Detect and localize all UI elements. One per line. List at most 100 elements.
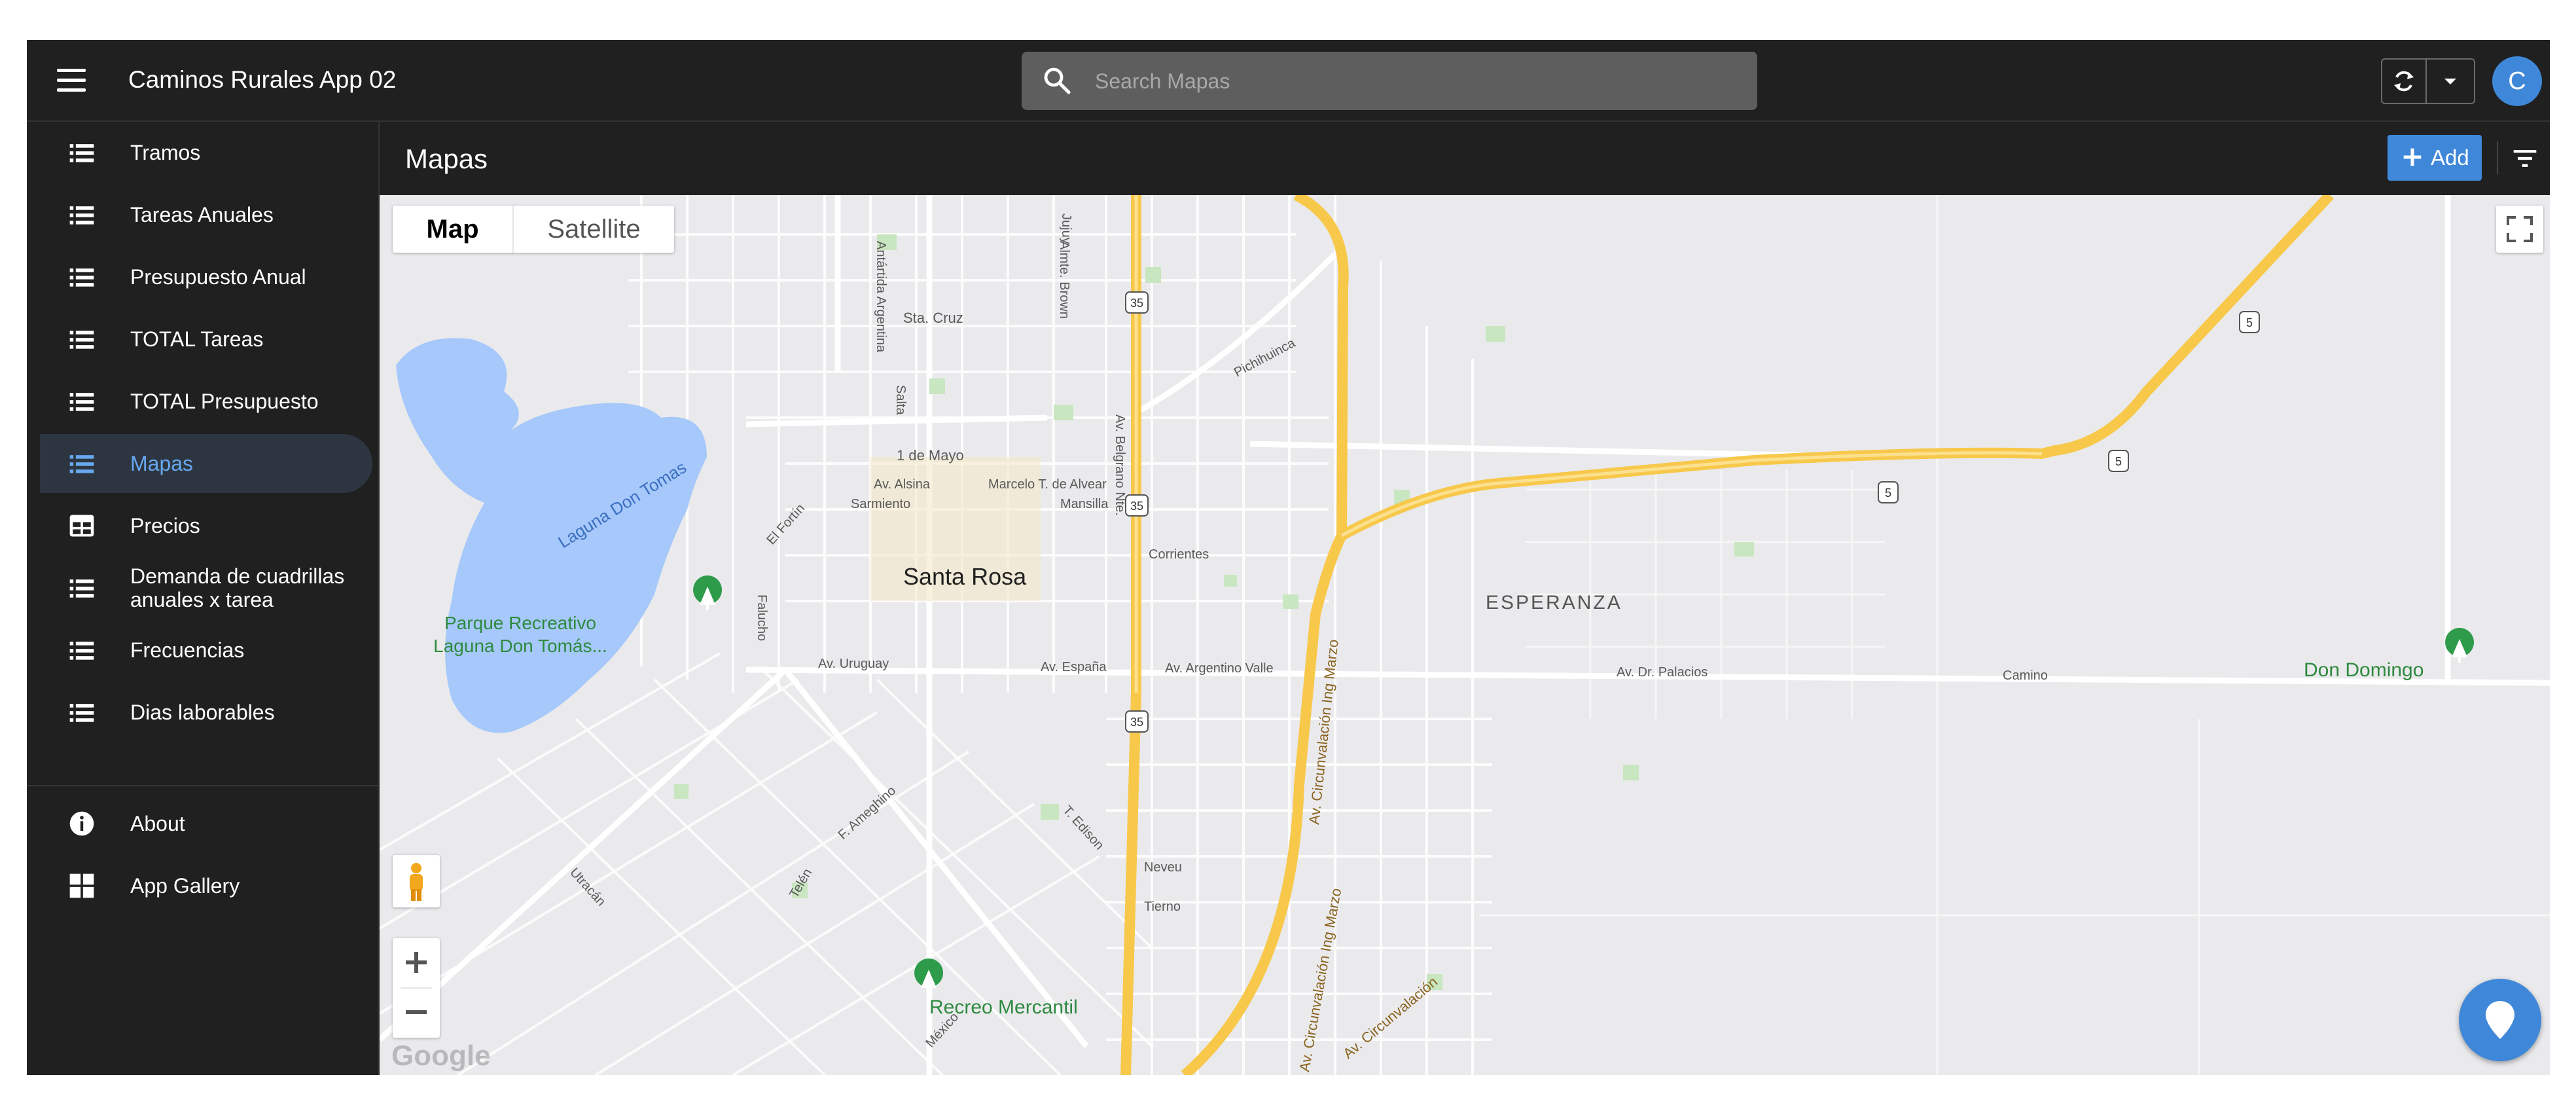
park-label-don-domingo: Don Domingo xyxy=(2304,659,2424,681)
street-label: Mansilla xyxy=(1060,497,1109,511)
info-icon xyxy=(69,811,94,836)
street-label: Corrientes xyxy=(1149,547,1209,562)
sidebar-item-mapas[interactable]: Mapas xyxy=(40,434,372,493)
main-content: Mapas Add 35 35 35 5 5 5 Santa Rosa ESPE… xyxy=(380,122,2550,1075)
street-label: Almte. Brown xyxy=(1057,241,1071,319)
sync-icon xyxy=(2394,71,2414,92)
search-icon xyxy=(1044,67,1071,94)
sidebar-item-about[interactable]: About xyxy=(40,794,372,853)
hamburger-menu-icon[interactable] xyxy=(53,64,90,98)
street-label: Jujuy xyxy=(1059,213,1073,244)
header-divider xyxy=(2497,141,2498,174)
street-label: Sta. Cruz xyxy=(903,310,963,326)
street-view-pegman[interactable] xyxy=(393,855,440,907)
sidebar-item-app-gallery[interactable]: App Gallery xyxy=(40,856,372,915)
sidebar-item-label: Tareas Anuales xyxy=(130,203,274,227)
route-shield-5: 5 xyxy=(1885,486,1891,500)
map-view[interactable]: 35 35 35 5 5 5 Santa Rosa ESPERANZA Recr… xyxy=(380,195,2550,1075)
sidebar-item-label: Tramos xyxy=(130,141,201,164)
sidebar-item-total-presupuesto[interactable]: TOTAL Presupuesto xyxy=(40,372,372,431)
top-app-bar: Caminos Rurales App 02 Search Mapas C xyxy=(27,40,2550,122)
table-icon xyxy=(69,515,94,537)
sidebar-divider xyxy=(27,785,378,786)
add-button-label: Add xyxy=(2431,145,2469,170)
street-label: Antártida Argentina xyxy=(874,241,888,353)
street-label: Av. Uruguay xyxy=(818,657,889,671)
search-input[interactable] xyxy=(1094,52,1738,111)
street-label: Av. Alsina xyxy=(874,477,931,492)
list-icon xyxy=(69,331,94,349)
map-canvas[interactable]: 35 35 35 5 5 5 Santa Rosa ESPERANZA Recr… xyxy=(380,195,2550,1075)
street-label: Av. Dr. Palacios xyxy=(1617,665,1708,680)
plus-icon xyxy=(2403,148,2422,166)
street-label: Sarmiento xyxy=(851,497,910,511)
list-icon xyxy=(69,704,94,722)
street-label: Av. Belgrano Nte. xyxy=(1113,414,1127,516)
list-icon xyxy=(69,268,94,287)
plus-icon xyxy=(406,952,427,973)
street-label: 1 de Mayo xyxy=(897,447,964,464)
sidebar-item-frecuencias[interactable]: Frecuencias xyxy=(40,621,372,680)
sidebar-item-dias-laborables[interactable]: Dias laborables xyxy=(40,683,372,742)
sidebar-item-tareas-anuales[interactable]: Tareas Anuales xyxy=(40,185,372,244)
page-title: Mapas xyxy=(405,143,488,174)
street-label: Salta xyxy=(893,385,908,415)
route-shield-35: 35 xyxy=(1130,297,1143,310)
list-icon xyxy=(69,206,94,225)
sidebar-item-total-tareas[interactable]: TOTAL Tareas xyxy=(40,310,372,369)
sidebar-item-label: Dias laborables xyxy=(130,701,275,724)
map-type-map-button[interactable]: Map xyxy=(393,206,512,253)
sync-button-group xyxy=(2381,58,2475,104)
street-label: Camino xyxy=(2003,668,2048,683)
route-shield-5: 5 xyxy=(2115,455,2122,468)
sidebar-nav: Tramos Tareas Anuales Presupuesto Anual … xyxy=(27,122,380,1075)
route-shield-5: 5 xyxy=(2246,316,2253,329)
sidebar-item-label: About xyxy=(130,812,185,835)
street-label: Neveu xyxy=(1144,860,1182,875)
view-header: Mapas Add xyxy=(380,122,2550,195)
sidebar-item-precios[interactable]: Precios xyxy=(40,496,372,555)
sidebar-item-label: Demanda de cuadrillas anuales x tarea xyxy=(130,564,345,611)
sidebar-item-label: Frecuencias xyxy=(130,638,245,662)
user-avatar[interactable]: C xyxy=(2492,56,2542,106)
map-type-control: Map Satellite xyxy=(393,206,674,253)
zoom-in-button[interactable] xyxy=(393,938,440,987)
sidebar-item-presupuesto-anual[interactable]: Presupuesto Anual xyxy=(40,247,372,306)
sidebar-item-label: TOTAL Presupuesto xyxy=(130,390,319,413)
grid-icon xyxy=(69,873,94,898)
route-shield-35: 35 xyxy=(1130,716,1143,729)
street-label: Marcelo T. de Alvear xyxy=(988,477,1107,492)
list-icon xyxy=(69,144,94,162)
list-icon xyxy=(69,455,94,473)
add-button[interactable]: Add xyxy=(2388,135,2482,181)
search-bar[interactable] xyxy=(1022,52,1757,111)
list-icon xyxy=(69,393,94,411)
filter-button[interactable] xyxy=(2508,141,2542,175)
sidebar-item-demanda-cuadrillas[interactable]: Demanda de cuadrillas anuales x tarea xyxy=(40,558,372,617)
park-label-line1: Parque Recreativo xyxy=(444,613,596,633)
sidebar-item-tramos[interactable]: Tramos xyxy=(40,123,372,182)
sidebar-item-label: App Gallery xyxy=(130,874,240,898)
street-label: Falucho xyxy=(755,594,769,641)
location-fab-button[interactable] xyxy=(2459,979,2541,1061)
list-icon xyxy=(69,579,94,598)
sync-button[interactable] xyxy=(2382,60,2425,103)
sync-options-dropdown[interactable] xyxy=(2427,60,2474,103)
street-label: Av. España xyxy=(1041,660,1107,674)
sidebar-item-label: Precios xyxy=(130,514,200,538)
route-shield-35: 35 xyxy=(1130,500,1143,513)
list-icon xyxy=(69,642,94,660)
pegman-icon xyxy=(410,863,423,901)
google-logo: Google xyxy=(391,1040,491,1072)
sidebar-item-label: Presupuesto Anual xyxy=(130,265,306,289)
map-type-satellite-button[interactable]: Satellite xyxy=(514,206,674,253)
minus-icon xyxy=(406,1010,427,1014)
esperanza-label: ESPERANZA xyxy=(1486,592,1622,613)
zoom-out-button[interactable] xyxy=(393,989,440,1038)
city-label: Santa Rosa xyxy=(903,563,1027,590)
zoom-control xyxy=(393,938,440,1038)
street-label: Av. Argentino Valle xyxy=(1165,661,1274,676)
fullscreen-button[interactable] xyxy=(2496,206,2543,253)
map-pin-icon xyxy=(2486,1001,2514,1039)
street-label: Tierno xyxy=(1144,900,1181,914)
